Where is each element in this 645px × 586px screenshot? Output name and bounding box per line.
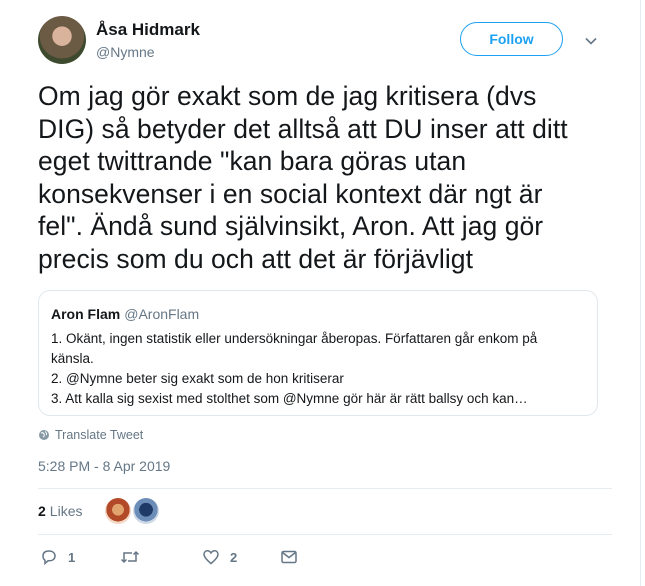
likes-stat[interactable]: 2 Likes [38,503,82,519]
quoted-author-name: Aron Flam [51,306,121,322]
quoted-line: 3. Att kalla sig sexist med stolthet som… [51,391,528,406]
panel-right-border [640,0,641,586]
like-count: 2 [230,549,238,565]
like-button[interactable]: 2 [202,548,237,566]
direct-message-button[interactable] [280,548,298,566]
author-handle[interactable]: @Nymne [96,44,155,60]
author-name[interactable]: Åsa Hidmark [96,20,200,40]
retweet-icon [120,550,140,564]
tweet-actions: 1 2 [38,548,338,568]
tweet-header: Åsa Hidmark @Nymne Follow [38,16,635,68]
globe-icon [39,430,49,440]
follow-button[interactable]: Follow [460,22,563,56]
quoted-line: 1. Okänt, ingen statistik eller undersök… [51,331,538,346]
heart-icon [203,550,219,565]
retweet-button[interactable] [120,548,150,566]
likes-count: 2 [38,503,46,519]
reply-button[interactable]: 1 [40,548,75,566]
liker-avatar[interactable] [133,498,159,524]
quoted-line: 2. @Nymne beter sig exakt som de hon kri… [51,371,344,386]
reply-count: 1 [68,549,76,565]
reply-icon [42,550,56,566]
tweet-text: Om jag gör exakt som de jag kritisera (d… [38,81,568,274]
quoted-tweet[interactable]: Aron Flam @AronFlam 1. Okänt, ingen stati… [38,290,598,416]
quoted-line: känsla. [51,351,94,366]
chevron-down-icon[interactable] [584,34,598,48]
quoted-author-handle: @AronFlam [124,306,200,322]
likes-label: Likes [49,503,83,519]
divider [38,488,612,489]
envelope-icon [281,550,297,564]
translate-tweet-link[interactable]: Translate Tweet [38,428,143,442]
quoted-tweet-text: 1. Okänt, ingen statistik eller undersök… [51,329,585,409]
tweet-timestamp[interactable]: 5:28 PM - 8 Apr 2019 [38,458,170,474]
translate-label: Translate Tweet [55,428,144,442]
liker-avatar[interactable] [105,498,131,524]
author-avatar[interactable] [38,16,86,64]
divider [38,534,612,535]
